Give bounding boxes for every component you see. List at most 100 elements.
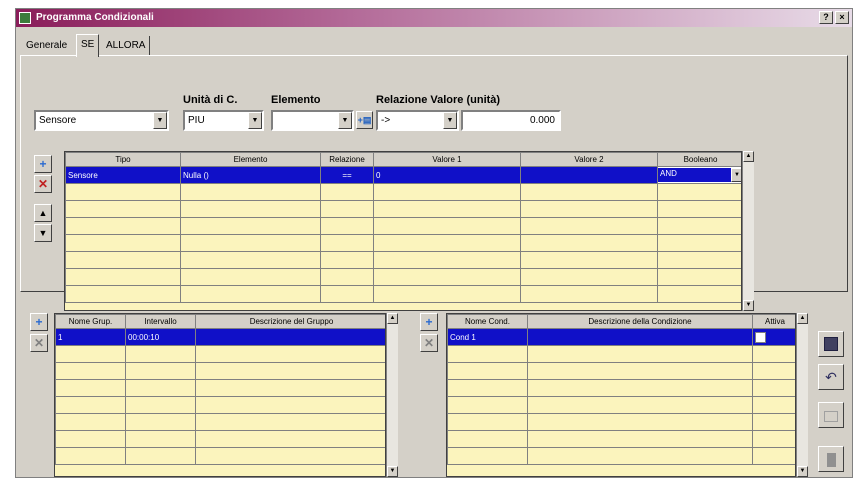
col-header-valore1[interactable]: Valore 1: [373, 152, 521, 167]
col-header-intervallo[interactable]: Intervallo: [125, 314, 196, 329]
cell-descrizione-gruppo[interactable]: [195, 328, 385, 346]
table-row[interactable]: [55, 447, 385, 465]
chevron-down-icon[interactable]: ▼: [731, 168, 741, 182]
chevron-down-icon[interactable]: ▼: [153, 112, 167, 129]
table-row[interactable]: [55, 413, 385, 431]
table-row[interactable]: [65, 200, 741, 218]
chevron-down-icon[interactable]: ▼: [443, 112, 457, 129]
table-row[interactable]: [65, 285, 741, 303]
col-header-descrizione-gruppo[interactable]: Descrizione del Gruppo: [195, 314, 385, 329]
table-row[interactable]: [65, 234, 741, 252]
scroll-down-icon[interactable]: ▼: [743, 300, 754, 311]
save-button[interactable]: [818, 331, 844, 357]
groups-grid[interactable]: Nome Grup. Intervallo Descrizione del Gr…: [54, 313, 386, 477]
cell-nome-gruppo[interactable]: 1: [55, 328, 126, 346]
table-row[interactable]: [447, 362, 795, 380]
scroll-up-icon[interactable]: ▲: [743, 151, 754, 162]
table-row[interactable]: [55, 362, 385, 380]
table-row[interactable]: [447, 396, 795, 414]
col-header-valore2[interactable]: Valore 2: [520, 152, 658, 167]
unit-combo[interactable]: PIU ▼: [183, 110, 264, 131]
cell-relazione[interactable]: ==: [320, 166, 374, 184]
element-combo[interactable]: ▼: [271, 110, 354, 131]
undo-button[interactable]: ↶: [818, 364, 844, 390]
cell-intervallo[interactable]: 00:00:10: [125, 328, 196, 346]
delete-condition-button[interactable]: ✕: [420, 334, 438, 352]
table-row[interactable]: Sensore Nulla () == 0 AND ▼: [65, 166, 741, 184]
cell-attiva[interactable]: [752, 328, 795, 346]
sensor-combo[interactable]: Sensore ▼: [34, 110, 169, 131]
table-row[interactable]: [447, 413, 795, 431]
insert-element-icon[interactable]: +▤: [356, 111, 373, 129]
move-up-button[interactable]: ▲: [34, 204, 52, 222]
cell-booleano[interactable]: AND ▼: [657, 166, 741, 184]
value-input-text: 0.000: [529, 115, 555, 126]
scroll-up-icon[interactable]: ▲: [797, 313, 808, 324]
sensor-combo-value: Sensore: [39, 115, 77, 126]
help-button[interactable]: ?: [819, 11, 833, 24]
attiva-checkbox[interactable]: [755, 331, 766, 343]
table-row[interactable]: [55, 396, 385, 414]
col-header-nome-gruppo[interactable]: Nome Grup.: [55, 314, 126, 329]
printer-icon: [824, 411, 838, 422]
col-header-relazione[interactable]: Relazione: [320, 152, 374, 167]
main-grid-scrollbar[interactable]: ▲ ▼: [742, 151, 754, 311]
table-row[interactable]: [55, 430, 385, 448]
scroll-up-icon[interactable]: ▲: [387, 313, 398, 324]
close-button[interactable]: ×: [835, 11, 849, 24]
tab-se[interactable]: SE: [76, 34, 100, 57]
element-label: Elemento: [271, 94, 321, 106]
exit-button[interactable]: [818, 446, 844, 472]
conditions-grid-scrollbar[interactable]: ▲ ▼: [796, 313, 808, 477]
scroll-down-icon[interactable]: ▼: [387, 466, 398, 477]
col-header-attiva[interactable]: Attiva: [752, 314, 795, 329]
table-row[interactable]: [447, 345, 795, 363]
table-row[interactable]: [447, 379, 795, 397]
table-row[interactable]: [65, 183, 741, 201]
delete-row-button[interactable]: ✕: [34, 175, 52, 193]
table-row[interactable]: [447, 430, 795, 448]
print-button[interactable]: [818, 402, 844, 428]
table-row[interactable]: [65, 251, 741, 269]
cell-valore1[interactable]: 0: [373, 166, 521, 184]
scroll-down-icon[interactable]: ▼: [797, 466, 808, 477]
add-condition-button[interactable]: +: [420, 313, 438, 331]
door-icon: [826, 453, 836, 467]
chevron-down-icon[interactable]: ▼: [338, 112, 352, 129]
table-row[interactable]: [65, 268, 741, 286]
col-header-elemento[interactable]: Elemento: [180, 152, 321, 167]
delete-group-button[interactable]: ✕: [30, 334, 48, 352]
table-row[interactable]: Cond 1: [447, 328, 795, 346]
table-row[interactable]: [55, 379, 385, 397]
move-down-button[interactable]: ▼: [34, 224, 52, 242]
cell-nome-condizione[interactable]: Cond 1: [447, 328, 528, 346]
grid-header-row: Nome Cond. Descrizione della Condizione …: [447, 314, 795, 329]
cell-elemento[interactable]: Nulla (): [180, 166, 321, 184]
dialog-window: Programma Condizionali ? × Generale SE A…: [15, 8, 853, 478]
col-header-descrizione-condizione[interactable]: Descrizione della Condizione: [527, 314, 753, 329]
cell-descrizione-condizione[interactable]: [527, 328, 753, 346]
col-header-nome-condizione[interactable]: Nome Cond.: [447, 314, 528, 329]
tab-allora[interactable]: ALLORA: [102, 36, 151, 55]
groups-grid-scrollbar[interactable]: ▲ ▼: [386, 313, 398, 477]
chevron-down-icon[interactable]: ▼: [248, 112, 262, 129]
booleano-value: AND: [660, 169, 677, 178]
add-row-button[interactable]: +: [34, 155, 52, 173]
grid-header-row: Tipo Elemento Relazione Valore 1 Valore …: [65, 152, 741, 167]
unit-combo-value: PIU: [188, 115, 205, 126]
cell-valore2[interactable]: [520, 166, 658, 184]
add-group-button[interactable]: +: [30, 313, 48, 331]
table-row[interactable]: [55, 345, 385, 363]
table-row[interactable]: 1 00:00:10: [55, 328, 385, 346]
conditions-grid[interactable]: Nome Cond. Descrizione della Condizione …: [446, 313, 796, 477]
tab-generale[interactable]: Generale: [22, 36, 71, 55]
unit-label: Unità di C.: [183, 94, 238, 106]
relation-combo[interactable]: -> ▼: [376, 110, 459, 131]
table-row[interactable]: [65, 217, 741, 235]
conditions-detail-grid[interactable]: Tipo Elemento Relazione Valore 1 Valore …: [64, 151, 742, 311]
cell-tipo[interactable]: Sensore: [65, 166, 181, 184]
value-input[interactable]: 0.000: [461, 110, 561, 131]
table-row[interactable]: [447, 447, 795, 465]
col-header-booleano[interactable]: Booleano: [657, 152, 741, 167]
col-header-tipo[interactable]: Tipo: [65, 152, 181, 167]
